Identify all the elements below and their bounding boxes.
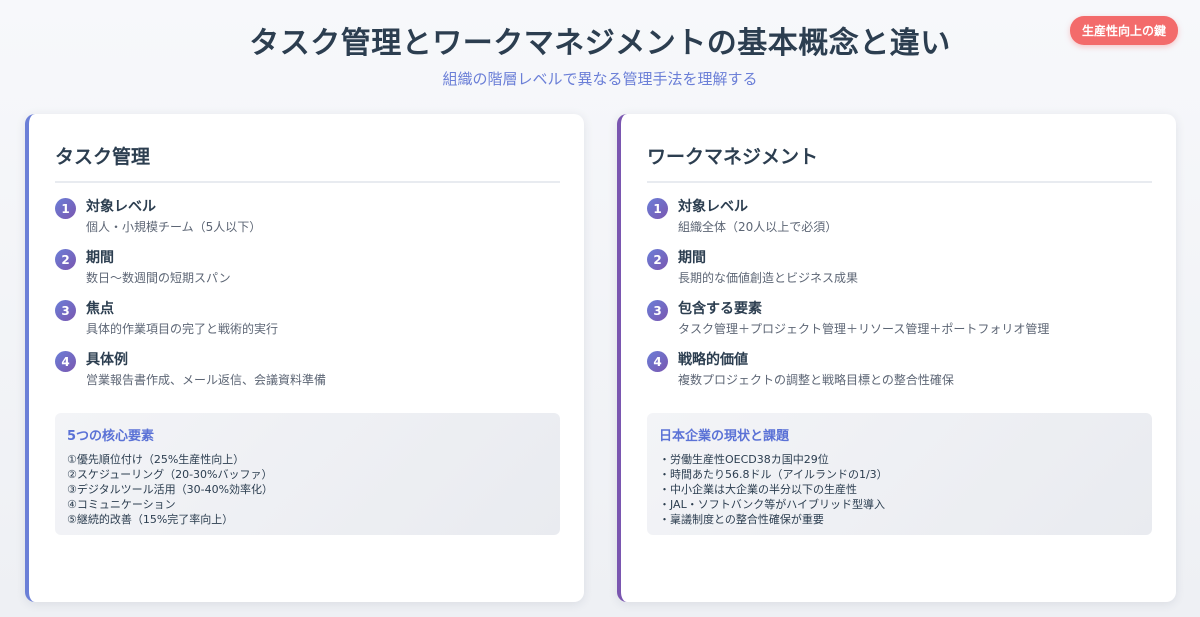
- item-description: 数日〜数週間の短期スパン: [86, 271, 231, 285]
- work-management-card: ワークマネジメント 1 対象レベル 組織全体（20人以上で必須） 2 期間 長期…: [617, 114, 1176, 602]
- box-line: ②スケジューリング（20-30%バッファ）: [67, 468, 273, 481]
- box-line: ・JAL・ソフトバンク等がハイブリッド型導入: [659, 498, 886, 511]
- item-description: 具体的作業項目の完了と戦術的実行: [86, 322, 279, 336]
- page-title: タスク管理とワークマネジメントの基本概念と違い: [249, 26, 951, 61]
- item-description: タスク管理＋プロジェクト管理＋リソース管理＋ポートフォリオ管理: [678, 322, 1050, 336]
- item-label: 焦点: [86, 301, 114, 317]
- number-badge: 4: [647, 351, 668, 372]
- box-line: ・中小企業は大企業の半分以下の生産性: [659, 483, 857, 496]
- box-line: ・労働生産性OECD38カ国中29位: [659, 453, 829, 466]
- item-label: 包含する要素: [678, 301, 762, 317]
- number-badge: 3: [647, 300, 668, 321]
- item-description: 個人・小規模チーム（5人以下）: [86, 220, 262, 234]
- list-item: 2 期間 長期的な価値創造とビジネス成果: [647, 248, 1152, 299]
- item-list: 1 対象レベル 個人・小規模チーム（5人以下） 2 期間 数日〜数週間の短期スパ…: [55, 197, 560, 401]
- box-line: ・時間あたり56.8ドル（アイルランドの1/3）: [659, 468, 888, 481]
- item-description: 複数プロジェクトの調整と戦略目標との整合性確保: [678, 373, 954, 387]
- box-line: ・稟議制度との整合性確保が重要: [659, 513, 824, 526]
- item-label: 対象レベル: [86, 199, 156, 215]
- card-title: ワークマネジメント: [647, 142, 1152, 183]
- list-item: 4 戦略的価値 複数プロジェクトの調整と戦略目標との整合性確保: [647, 350, 1152, 401]
- item-label: 対象レベル: [678, 199, 748, 215]
- box-line: ④コミュニケーション: [67, 498, 176, 511]
- page-subtitle: 組織の階層レベルで異なる管理手法を理解する: [442, 70, 758, 88]
- item-description: 長期的な価値創造とビジネス成果: [678, 271, 859, 285]
- box-line: ③デジタルツール活用（30-40%効率化）: [67, 483, 274, 496]
- box-line: ⑤継続的改善（15%完了率向上）: [67, 513, 234, 526]
- item-description: 組織全体（20人以上で必須）: [678, 220, 838, 234]
- item-label: 期間: [86, 250, 114, 266]
- list-item: 4 具体例 営業報告書作成、メール返信、会議資料準備: [55, 350, 560, 401]
- item-label: 戦略的価値: [678, 352, 748, 368]
- list-item: 2 期間 数日〜数週間の短期スパン: [55, 248, 560, 299]
- list-item: 1 対象レベル 組織全体（20人以上で必須）: [647, 197, 1152, 248]
- item-label: 具体例: [86, 352, 128, 368]
- list-item: 3 包含する要素 タスク管理＋プロジェクト管理＋リソース管理＋ポートフォリオ管理: [647, 299, 1152, 350]
- core-elements-box: 5つの核心要素 ①優先順位付け（25%生産性向上） ②スケジューリング（20-3…: [55, 413, 560, 535]
- box-title: 5つの核心要素: [67, 429, 155, 444]
- list-item: 1 対象レベル 個人・小規模チーム（5人以下）: [55, 197, 560, 248]
- number-badge: 3: [55, 300, 76, 321]
- number-badge: 1: [55, 198, 76, 219]
- item-list: 1 対象レベル 組織全体（20人以上で必須） 2 期間 長期的な価値創造とビジネ…: [647, 197, 1152, 401]
- item-description: 営業報告書作成、メール返信、会議資料準備: [86, 373, 327, 387]
- number-badge: 2: [647, 249, 668, 270]
- card-title: タスク管理: [55, 142, 560, 183]
- box-title: 日本企業の現状と課題: [659, 429, 790, 444]
- task-management-card: タスク管理 1 対象レベル 個人・小規模チーム（5人以下） 2 期間 数日〜数週…: [25, 114, 584, 602]
- number-badge: 4: [55, 351, 76, 372]
- number-badge: 2: [55, 249, 76, 270]
- item-label: 期間: [678, 250, 706, 266]
- list-item: 3 焦点 具体的作業項目の完了と戦術的実行: [55, 299, 560, 350]
- japan-status-box: 日本企業の現状と課題 ・労働生産性OECD38カ国中29位 ・時間あたり56.8…: [647, 413, 1152, 535]
- number-badge: 1: [647, 198, 668, 219]
- box-line: ①優先順位付け（25%生産性向上）: [67, 453, 245, 466]
